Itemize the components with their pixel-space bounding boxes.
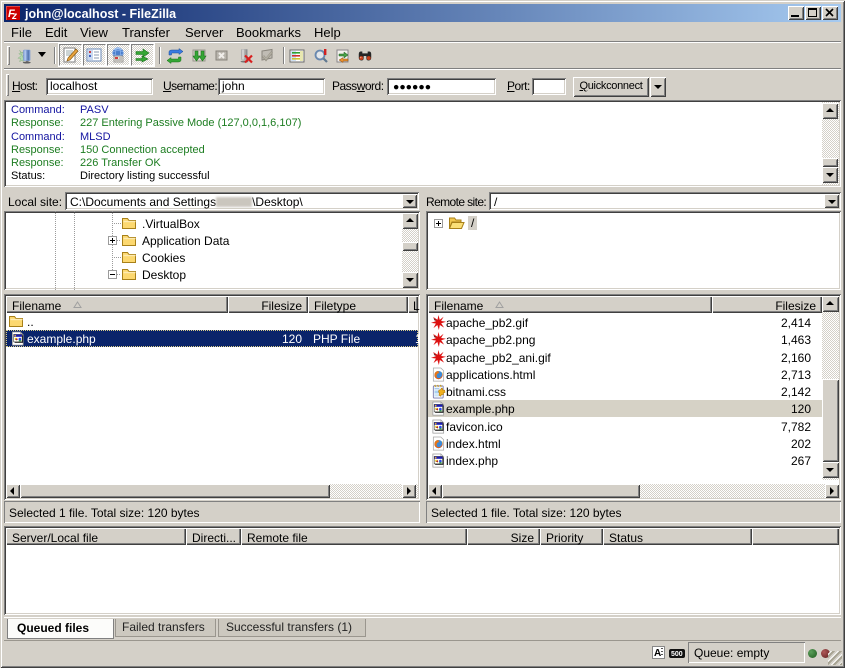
svg-text:A: A xyxy=(654,648,661,659)
svg-text:z: z xyxy=(11,11,17,20)
svg-text:500: 500 xyxy=(671,651,683,658)
